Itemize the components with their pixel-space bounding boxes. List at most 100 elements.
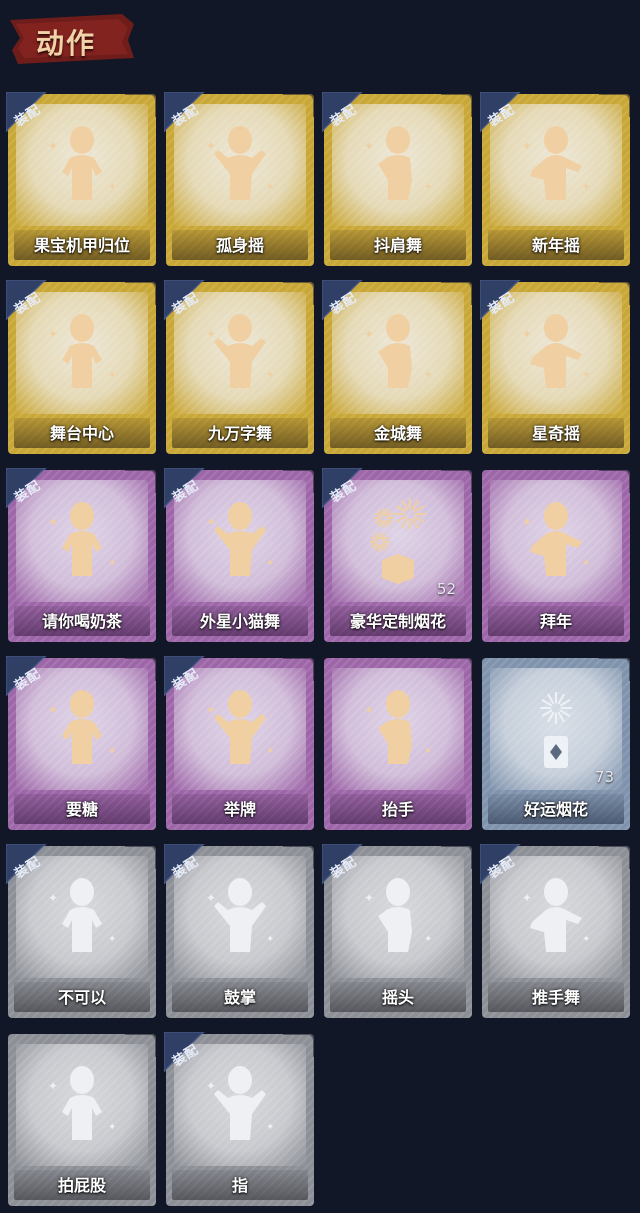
emote-card[interactable]: ✦ ✦ 推手舞 装配	[480, 844, 630, 1018]
person-shoulder-icon: ✦ ✦	[358, 120, 438, 210]
svg-text:✦: ✦	[266, 746, 274, 757]
emote-name: 抖肩舞	[373, 236, 422, 255]
emote-name: 孤身摇	[215, 236, 264, 255]
equipped-badge: 装配	[480, 844, 544, 884]
svg-text:✦: ✦	[266, 370, 274, 381]
corner-ornament	[599, 94, 630, 117]
svg-text:✦: ✦	[424, 934, 432, 945]
emote-card[interactable]: ✦ ✦ 举牌 装配	[164, 656, 314, 830]
svg-text:✦: ✦	[364, 327, 374, 341]
emote-name: 九万字舞	[207, 424, 272, 443]
equipped-badge: 装配	[322, 844, 386, 884]
person-raise-hand-icon: ✦ ✦	[358, 684, 438, 774]
person-shrug-icon: ✦ ✦	[42, 120, 122, 210]
equipped-badge: 装配	[6, 280, 70, 320]
equipped-badge: 装配	[6, 468, 70, 508]
svg-text:✦: ✦	[108, 1122, 116, 1133]
equipped-badge: 装配	[480, 280, 544, 320]
svg-text:✦: ✦	[364, 891, 374, 905]
svg-text:✦: ✦	[582, 934, 590, 945]
person-wave-icon: ✦ ✦	[358, 308, 438, 398]
svg-text:✦: ✦	[48, 327, 58, 341]
equipped-badge: 装配	[6, 656, 70, 696]
emote-card[interactable]: ✦ ✦ 金城舞 装配	[322, 280, 472, 454]
corner-ornament	[441, 658, 472, 681]
emote-card[interactable]: ✦ ✦ 拍屁股	[8, 1034, 156, 1206]
svg-text:✦: ✦	[582, 370, 590, 381]
corner-ornament	[283, 94, 314, 117]
emote-card[interactable]: ✦ ✦ 指装配	[164, 1032, 314, 1206]
emote-card[interactable]: ✦ ✦ 舞台中心 装配	[6, 280, 156, 454]
svg-text:✦: ✦	[266, 934, 274, 945]
corner-ornament	[125, 658, 156, 681]
emote-name: 金城舞	[373, 424, 422, 443]
person-pat-icon: ✦ ✦	[42, 1060, 122, 1150]
clap-hands-icon: ✦ ✦	[200, 872, 280, 962]
emote-name: 抬手	[381, 800, 414, 819]
emote-card[interactable]: 好运烟花 73	[482, 658, 630, 830]
emote-name: 请你喝奶茶	[41, 612, 122, 631]
emote-card[interactable]: ✦ ✦ 不可以 装配	[6, 844, 156, 1018]
emote-name: 指	[231, 1176, 248, 1195]
svg-text:✦: ✦	[48, 703, 58, 717]
svg-text:✦: ✦	[48, 891, 58, 905]
emote-name: 鼓掌	[223, 988, 256, 1007]
person-shake-head-icon: ✦ ✦	[358, 872, 438, 962]
corner-ornament	[441, 846, 472, 869]
svg-text:✦: ✦	[522, 327, 532, 341]
finger-no-icon: ✦ ✦	[42, 872, 122, 962]
svg-text:✦: ✦	[424, 370, 432, 381]
emote-card[interactable]: ✦ ✦ 九万字舞 装配	[164, 280, 314, 454]
emote-name: 豪华定制烟花	[349, 612, 446, 631]
person-cat-dance-icon: ✦ ✦	[200, 496, 280, 586]
svg-text:✦: ✦	[206, 139, 216, 153]
corner-ornament	[125, 846, 156, 869]
emote-name: 推手舞	[531, 988, 580, 1007]
emote-name: 舞台中心	[49, 424, 114, 443]
emote-card[interactable]: ✦ ✦ 要糖 装配	[6, 656, 156, 830]
emote-card[interactable]: 豪华定制烟花 52 装配	[322, 468, 472, 642]
equipped-badge: 装配	[322, 92, 386, 132]
emote-card[interactable]: ✦ ✦ 鼓掌 装配	[164, 844, 314, 1018]
emote-card[interactable]: ✦ ✦ 抖肩舞 装配	[322, 92, 472, 266]
emote-card[interactable]: ✦ ✦ 新年摇 装配	[480, 92, 630, 266]
corner-ornament	[441, 282, 472, 305]
emote-name: 不可以	[57, 988, 106, 1007]
corner-ornament	[283, 846, 314, 869]
corner-ornament	[441, 94, 472, 117]
svg-text:✦: ✦	[108, 558, 116, 569]
emote-card[interactable]: ✦ ✦ 孤身摇 装配	[164, 92, 314, 266]
person-sign-icon: ✦ ✦	[200, 684, 280, 774]
emote-card[interactable]: ✦ ✦ 摇头 装配	[322, 844, 472, 1018]
svg-text:✦: ✦	[206, 515, 216, 529]
equipped-badge: 装配	[164, 844, 228, 884]
emote-name: 星奇摇	[531, 424, 580, 443]
svg-text:✦: ✦	[206, 1079, 216, 1093]
equipped-badge: 装配	[322, 468, 386, 508]
equipped-badge: 装配	[164, 468, 228, 508]
svg-text:✦: ✦	[48, 139, 58, 153]
emote-card[interactable]: ✦ ✦ 星奇摇 装配	[480, 280, 630, 454]
emote-name: 拍屁股	[57, 1176, 106, 1195]
corner-ornament	[599, 658, 630, 681]
person-push-dance-icon: ✦ ✦	[516, 872, 596, 962]
person-reach-icon: ✦ ✦	[42, 684, 122, 774]
emote-card[interactable]: ✦ ✦ 外星小猫舞 装配	[164, 468, 314, 642]
svg-text:✦: ✦	[364, 139, 374, 153]
corner-ornament	[283, 658, 314, 681]
firework-can-icon	[516, 684, 596, 774]
svg-text:✦: ✦	[48, 1079, 58, 1093]
emote-card[interactable]: ✦ ✦ 果宝机甲归位 装配	[6, 92, 156, 266]
svg-text:✦: ✦	[522, 891, 532, 905]
equipped-badge: 装配	[322, 280, 386, 320]
svg-text:✦: ✦	[424, 182, 432, 193]
corner-ornament	[283, 1034, 314, 1057]
corner-ornament	[599, 470, 630, 493]
corner-ornament	[125, 282, 156, 305]
svg-text:✦: ✦	[206, 327, 216, 341]
emote-card[interactable]: ✦ ✦ 抬手	[324, 658, 472, 830]
corner-ornament	[125, 470, 156, 493]
emote-card[interactable]: ✦ ✦ 拜年	[482, 470, 630, 642]
emote-card[interactable]: ✦ ✦ 请你喝奶茶 装配	[6, 468, 156, 642]
equipped-badge: 装配	[6, 844, 70, 884]
